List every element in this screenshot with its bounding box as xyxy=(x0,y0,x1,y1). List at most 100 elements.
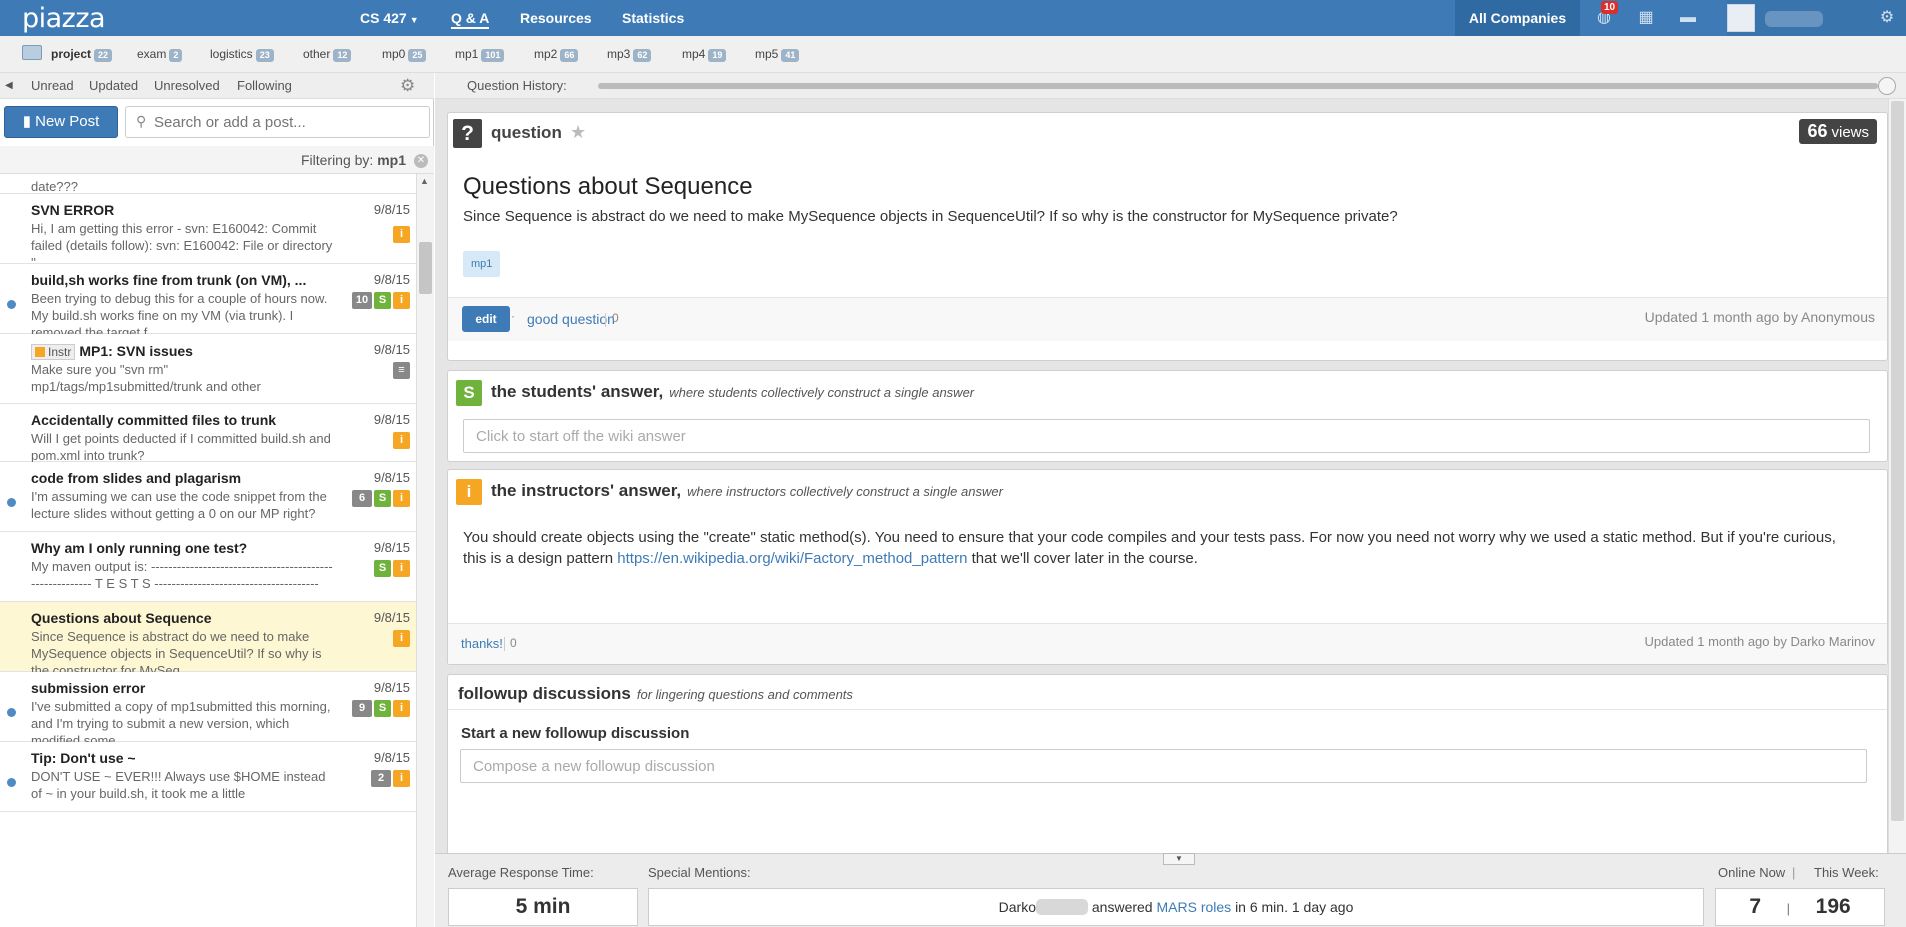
feed-date: 9/8/15 xyxy=(373,680,410,695)
folder-mp2[interactable]: mp2 66 xyxy=(534,47,579,62)
feed-title: Accidentally committed files to trunk xyxy=(31,412,277,428)
filter-updated[interactable]: Updated xyxy=(89,78,138,93)
folder-mp3[interactable]: mp3 62 xyxy=(607,47,652,62)
reply-count-badge: 9 xyxy=(352,700,372,717)
course-selector[interactable]: CS 427 ▼ xyxy=(360,10,419,26)
instructor-answer-badge: i xyxy=(393,432,410,449)
feed-badges: Si xyxy=(372,559,410,577)
post-scrollbar-thumb[interactable] xyxy=(1891,101,1904,821)
collapse-feed-icon[interactable]: ◀ xyxy=(5,80,13,91)
list-item[interactable]: SVN ERROR 9/8/15 Hi, I am getting this e… xyxy=(0,194,416,270)
collapse-stats-icon[interactable]: ▼ xyxy=(1163,853,1195,865)
stats-divider: | xyxy=(1792,865,1796,880)
list-item[interactable]: Tip: Don't use ~ 9/8/15 DON'T USE ~ EVER… xyxy=(0,742,416,812)
filter-unresolved[interactable]: Unresolved xyxy=(154,78,220,93)
filter-unread[interactable]: Unread xyxy=(31,78,74,93)
feed-title: Why am I only running one test? xyxy=(31,540,248,556)
folder-mp0[interactable]: mp0 25 xyxy=(382,47,427,62)
star-icon[interactable]: ★ xyxy=(570,122,586,143)
all-companies-button[interactable]: All Companies xyxy=(1455,0,1580,36)
feed-title: code from slides and plagarism xyxy=(31,470,242,486)
search-box: ⚲ xyxy=(125,106,430,138)
list-item[interactable]: Instr MP1: SVN issues 9/8/15 Make sure yo… xyxy=(0,334,416,404)
folder-label: mp2 xyxy=(534,47,558,61)
views-count: 66 xyxy=(1807,121,1828,141)
avatar[interactable] xyxy=(1727,4,1755,32)
followup-title: followup discussions xyxy=(458,684,631,703)
mention-post-link[interactable]: MARS roles xyxy=(1156,899,1231,915)
post-scrollbar[interactable] xyxy=(1888,99,1906,853)
factory-pattern-link[interactable]: https://en.wikipedia.org/wiki/Factory_me… xyxy=(617,550,967,567)
feed-scrollbar[interactable]: ▲ xyxy=(416,174,434,927)
question-body: Since Sequence is abstract do we need to… xyxy=(463,208,1398,225)
feed-scrollbar-thumb[interactable] xyxy=(419,242,432,294)
folder-count: 66 xyxy=(560,49,579,62)
feed-badges: i xyxy=(391,629,410,647)
folder-icon xyxy=(22,45,42,60)
feed-badges: 9Si xyxy=(350,699,410,717)
avg-response-value: 5 min xyxy=(515,895,571,918)
folder-other[interactable]: other 12 xyxy=(303,47,352,62)
good-question-link[interactable]: good question xyxy=(527,311,615,327)
nav-statistics[interactable]: Statistics xyxy=(622,10,684,26)
folder-mp1[interactable]: mp1 101 xyxy=(455,47,505,62)
unread-dot xyxy=(7,778,16,787)
folder-tag[interactable]: mp1 xyxy=(463,251,501,277)
folder-bar: project 22 exam 2 logistics 23 other 12 mp0 2… xyxy=(0,36,1906,73)
list-item[interactable]: Why am I only running one test? 9/8/15 M… xyxy=(0,532,416,602)
this-week-value: 196 xyxy=(1815,895,1851,918)
followup-compose-input[interactable]: Compose a new followup discussion xyxy=(460,749,1867,783)
folder-count: 22 xyxy=(94,49,113,62)
clear-filter-icon[interactable]: ✕ xyxy=(414,154,428,168)
search-input[interactable] xyxy=(154,112,424,132)
stats-separator: | xyxy=(1786,901,1791,916)
folder-logistics[interactable]: logistics 23 xyxy=(210,47,274,62)
folder-exam[interactable]: exam 2 xyxy=(137,47,183,62)
special-mentions-box: Darko answered MARS roles in 6 min. 1 da… xyxy=(648,888,1704,926)
feed-snippet: date??? xyxy=(31,179,78,194)
feed-settings-gear-icon[interactable]: ⚙ xyxy=(400,76,415,96)
question-footer: edit · good question 0 Updated 1 month a… xyxy=(448,297,1887,341)
feed-date: 9/8/15 xyxy=(373,202,410,217)
mention-user: Darko xyxy=(998,899,1036,915)
folder-label: project xyxy=(51,47,92,61)
list-item[interactable]: build,sh works fine from trunk (on VM), … xyxy=(0,264,416,340)
folder-project[interactable]: project 22 xyxy=(51,47,113,62)
views-badge: 66 views xyxy=(1799,119,1877,144)
piazza-logo[interactable]: piazza xyxy=(22,3,106,34)
list-item[interactable]: date??? xyxy=(0,174,416,194)
filter-following[interactable]: Following xyxy=(237,78,292,93)
instructor-answer-badge: i xyxy=(393,700,410,717)
feed-date: 9/8/15 xyxy=(373,610,410,625)
chat-icon[interactable]: ▬ xyxy=(1677,7,1699,29)
feed-badges: i xyxy=(391,431,410,449)
folder-mp5[interactable]: mp5 41 xyxy=(755,47,800,62)
question-history-handle[interactable] xyxy=(1878,77,1896,95)
question-icon: ? xyxy=(453,119,482,148)
list-item[interactable]: code from slides and plagarism 9/8/15 I'… xyxy=(0,462,416,532)
calendar-icon[interactable]: ▦ xyxy=(1635,7,1657,29)
list-item-selected[interactable]: Questions about Sequence 9/8/15 Since Se… xyxy=(0,602,416,678)
student-wiki-answer-input[interactable]: Click to start off the wiki answer xyxy=(463,419,1870,453)
feed-filter-bar: ◀ Unread Updated Unresolved Following ⚙ xyxy=(0,73,434,99)
new-post-button[interactable]: ▮ New Post xyxy=(4,106,118,138)
folder-mp4[interactable]: mp4 19 xyxy=(682,47,727,62)
list-item[interactable]: submission error 9/8/15 I've submitted a… xyxy=(0,672,416,748)
instructor-answer-badge: i xyxy=(393,226,410,243)
gear-icon[interactable]: ⚙ xyxy=(1876,7,1898,29)
folder-label: mp5 xyxy=(755,47,779,61)
feed-date: 9/8/15 xyxy=(373,342,410,357)
post-view: ? question ★ 66 views Questions about Seq… xyxy=(435,99,1906,853)
nav-resources[interactable]: Resources xyxy=(520,10,592,26)
scroll-up-icon[interactable]: ▲ xyxy=(420,176,429,186)
feed-badges: 2i xyxy=(369,769,410,787)
this-week-label: This Week: xyxy=(1814,865,1879,880)
list-item[interactable]: Accidentally committed files to trunk 9/… xyxy=(0,404,416,463)
question-history-slider[interactable] xyxy=(598,83,1878,89)
students-answer-heading: the students' answer, where students coll… xyxy=(491,382,974,402)
document-icon: ▮ xyxy=(22,113,36,130)
unread-dot xyxy=(7,300,16,309)
edit-button[interactable]: edit xyxy=(462,306,510,332)
nav-qa[interactable]: Q & A xyxy=(451,10,490,29)
thanks-link[interactable]: thanks! xyxy=(461,636,503,651)
